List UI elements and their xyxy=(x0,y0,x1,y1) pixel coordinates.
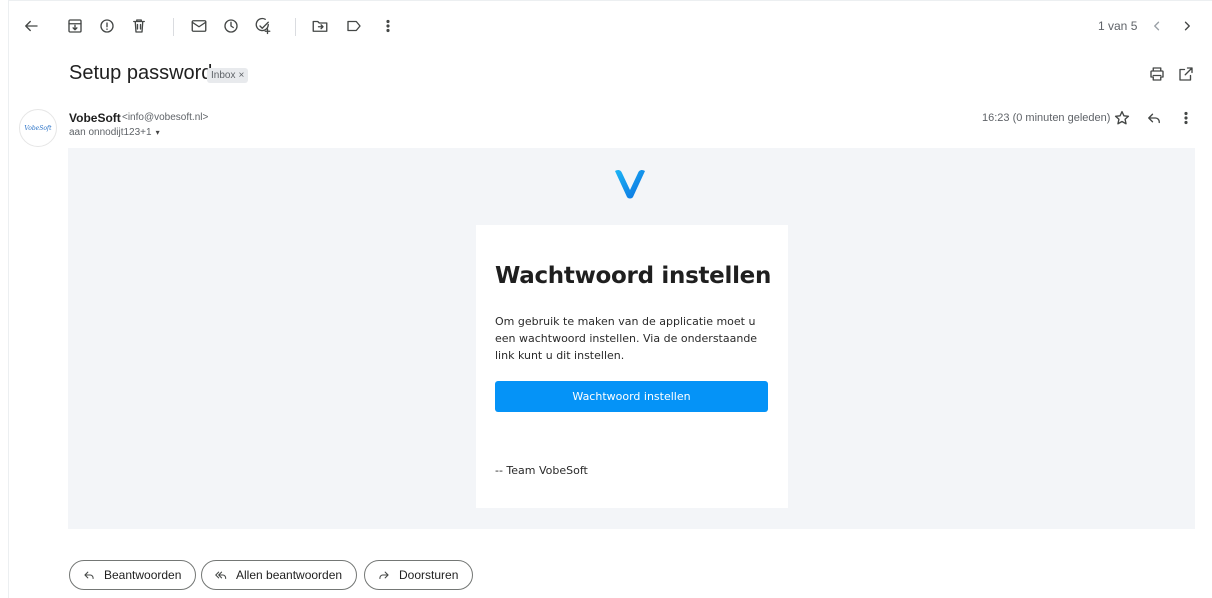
more-button[interactable] xyxy=(372,10,404,42)
avatar-logo-text: VobeSoft xyxy=(24,124,52,132)
mark-unread-button[interactable] xyxy=(183,10,215,42)
recipient-details-toggle[interactable]: ▾ xyxy=(156,128,160,137)
arrow-left-icon xyxy=(25,20,38,32)
reply-bottom-button[interactable]: Beantwoorden xyxy=(69,560,197,590)
folder-move-icon xyxy=(312,20,328,32)
reply-all-icon xyxy=(215,571,227,580)
recipient-line: aan onnodijt123+1 ▾ xyxy=(69,127,160,138)
sender-email: <info@vobesoft.nl> xyxy=(122,112,209,123)
star-button[interactable] xyxy=(1106,102,1138,134)
pager-text: 1 van 5 xyxy=(1098,19,1138,33)
back-button[interactable] xyxy=(15,10,47,42)
report-spam-button[interactable] xyxy=(91,10,123,42)
chevron-left-icon xyxy=(1154,21,1160,31)
label-badge-text: Inbox xyxy=(211,70,236,81)
recipient-text: aan onnodijt123+1 xyxy=(69,127,152,138)
avatar: VobeSoft xyxy=(19,109,57,147)
reply-button[interactable] xyxy=(1138,102,1170,134)
archive-button[interactable] xyxy=(59,10,91,42)
remove-label-button[interactable]: × xyxy=(238,70,244,81)
delete-button[interactable] xyxy=(123,10,155,42)
toolbar-separator xyxy=(173,18,174,36)
card-signature: -- Team VobeSoft xyxy=(495,464,588,477)
chevron-right-icon xyxy=(1184,21,1190,31)
snooze-button[interactable] xyxy=(215,10,247,42)
toolbar-separator xyxy=(295,18,296,36)
set-password-button[interactable]: Wachtwoord instellen xyxy=(495,381,768,412)
left-divider xyxy=(8,0,9,598)
label-icon xyxy=(347,20,361,32)
report-icon xyxy=(100,19,114,33)
open-in-new-icon xyxy=(1179,67,1193,81)
message-more-button[interactable] xyxy=(1170,102,1202,134)
print-button[interactable] xyxy=(1141,58,1173,90)
email-card: Wachtwoord instellen Om gebruik te maken… xyxy=(476,225,788,508)
forward-label: Doorsturen xyxy=(399,568,459,582)
reply-icon xyxy=(84,571,94,580)
add-to-tasks-button[interactable] xyxy=(247,10,279,42)
reply-all-button[interactable]: Allen beantwoorden xyxy=(201,560,358,590)
more-vert-icon xyxy=(386,19,390,33)
open-new-window-button[interactable] xyxy=(1170,58,1202,90)
task-add-icon xyxy=(255,17,271,35)
card-body-text: Om gebruik te maken van de applicatie mo… xyxy=(495,315,758,362)
reply-all-label: Allen beantwoorden xyxy=(236,568,343,582)
sender-name[interactable]: VobeSoft xyxy=(69,111,121,125)
top-divider xyxy=(8,0,1212,1)
card-title: Wachtwoord instellen xyxy=(495,263,772,289)
email-subject: Setup password xyxy=(69,62,213,84)
reply-label: Beantwoorden xyxy=(104,568,182,582)
clock-icon xyxy=(224,19,238,33)
forward-button[interactable]: Doorsturen xyxy=(364,560,474,590)
reply-icon xyxy=(1148,113,1160,124)
vobesoft-logo-icon xyxy=(615,169,645,199)
print-icon xyxy=(1150,67,1164,81)
message-toolbar: 1 van 5 xyxy=(0,10,1212,42)
email-timestamp: 16:23 (0 minuten geleden) xyxy=(982,112,1111,124)
older-button[interactable] xyxy=(1171,10,1203,42)
more-vert-icon xyxy=(1184,111,1188,125)
archive-icon xyxy=(68,19,82,33)
labels-button[interactable] xyxy=(338,10,370,42)
forward-icon xyxy=(379,571,389,580)
move-to-button[interactable] xyxy=(304,10,336,42)
mail-icon xyxy=(191,20,207,32)
star-icon xyxy=(1114,110,1130,125)
trash-icon xyxy=(133,19,145,33)
newer-button[interactable] xyxy=(1141,10,1173,42)
inbox-label-badge: Inbox × xyxy=(207,68,249,83)
